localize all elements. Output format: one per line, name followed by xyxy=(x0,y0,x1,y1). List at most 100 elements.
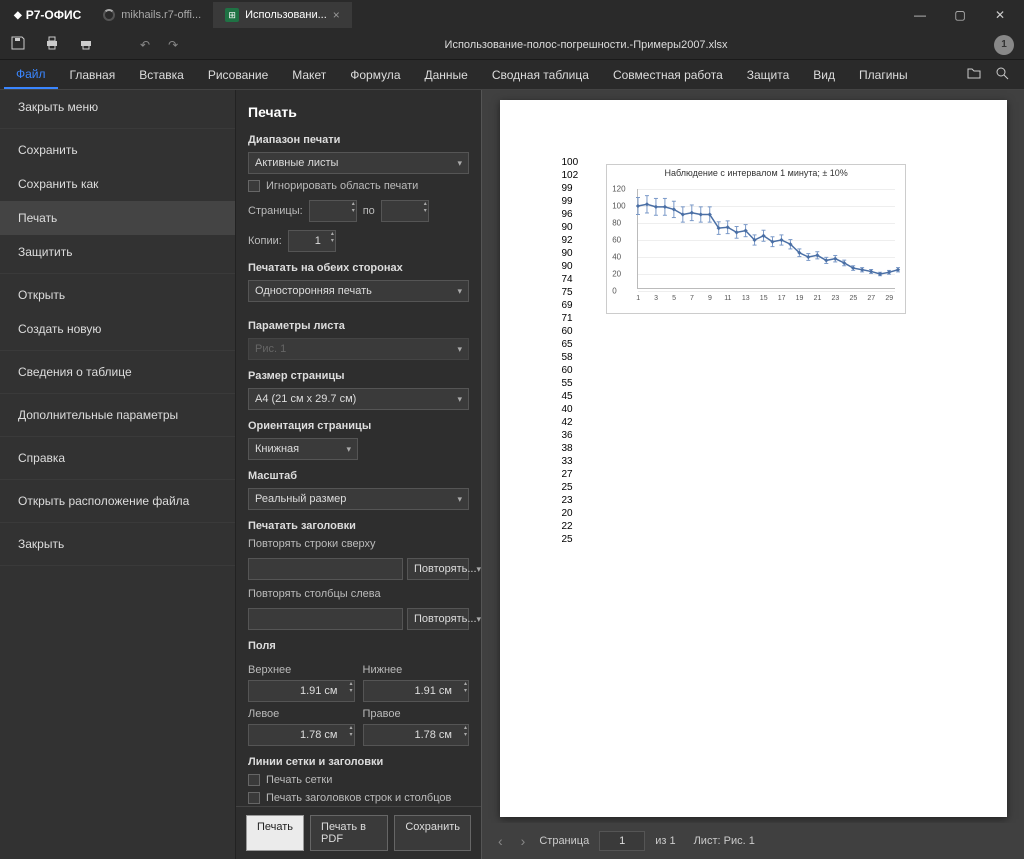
chart-plot-area: 0204060801001201357911131517192123252729 xyxy=(637,189,895,289)
print-settings-panel: Печать Диапазон печати Активные листы Иг… xyxy=(236,90,482,859)
page-size-label: Размер страницы xyxy=(248,370,469,382)
data-column: 1001029999969092909074756971606558605545… xyxy=(562,156,579,546)
sidebar-print[interactable]: Печать xyxy=(0,201,235,235)
duplex-select[interactable]: Односторонняя печать xyxy=(248,280,469,302)
sidebar-info[interactable]: Сведения о таблице xyxy=(0,355,235,389)
orientation-select[interactable]: Книжная xyxy=(248,438,358,460)
page-label: Страница xyxy=(539,835,589,847)
print-preview: 1001029999969092909074756971606558605545… xyxy=(482,90,1024,859)
repeat-rows-select[interactable]: Повторять... xyxy=(407,558,469,580)
open-folder-icon[interactable] xyxy=(966,65,982,84)
menu-home[interactable]: Главная xyxy=(58,62,128,88)
menu-view[interactable]: Вид xyxy=(801,62,847,88)
ignore-print-area-checkbox[interactable]: Игнорировать область печати xyxy=(248,180,469,192)
sidebar-open-location[interactable]: Открыть расположение файла xyxy=(0,484,235,518)
copies-label: Копии: xyxy=(248,235,282,247)
titlebar: Р7-ОФИС mikhails.r7-offi... ⊞ Использова… xyxy=(0,0,1024,30)
repeat-rows-input[interactable] xyxy=(248,558,403,580)
sidebar-open[interactable]: Открыть xyxy=(0,278,235,312)
quick-print-icon[interactable] xyxy=(78,35,94,54)
menu-plugins[interactable]: Плагины xyxy=(847,62,920,88)
close-icon[interactable]: × xyxy=(333,8,340,22)
tab-title: Использовани... xyxy=(245,9,327,21)
duplex-label: Печатать на обеих сторонах xyxy=(248,262,469,274)
menu-layout[interactable]: Макет xyxy=(280,62,338,88)
pages-to-input[interactable] xyxy=(381,200,429,222)
copies-input[interactable] xyxy=(288,230,336,252)
save-settings-button[interactable]: Сохранить xyxy=(394,815,471,851)
browser-tab-2[interactable]: ⊞ Использовани... × xyxy=(213,2,352,28)
margin-left-label: Левое xyxy=(248,708,355,720)
menu-insert[interactable]: Вставка xyxy=(127,62,196,88)
print-button[interactable]: Печать xyxy=(246,815,304,851)
menu-pivot[interactable]: Сводная таблица xyxy=(480,62,601,88)
print-icon[interactable] xyxy=(44,35,60,54)
checkbox-icon xyxy=(248,774,260,786)
menu-collab[interactable]: Совместная работа xyxy=(601,62,735,88)
grid-headings-label: Линии сетки и заголовки xyxy=(248,756,469,768)
quick-toolbar: ↶ ↷ Использование-полос-погрешности.-При… xyxy=(0,30,1024,60)
orientation-label: Ориентация страницы xyxy=(248,420,469,432)
menu-file[interactable]: Файл xyxy=(4,61,58,89)
range-label: Диапазон печати xyxy=(248,134,469,146)
sidebar-save[interactable]: Сохранить xyxy=(0,133,235,167)
page-size-select[interactable]: A4 (21 см x 29.7 см) xyxy=(248,388,469,410)
menu-draw[interactable]: Рисование xyxy=(196,62,280,88)
pages-label: Страницы: xyxy=(248,205,303,217)
document-title: Использование-полос-погрешности.-Примеры… xyxy=(196,39,976,51)
sidebar-save-as[interactable]: Сохранить как xyxy=(0,167,235,201)
sidebar-new[interactable]: Создать новую xyxy=(0,312,235,346)
minimize-button[interactable]: — xyxy=(900,0,940,30)
sidebar-help[interactable]: Справка xyxy=(0,441,235,475)
redo-icon[interactable]: ↷ xyxy=(168,38,178,52)
panel-title: Печать xyxy=(248,104,469,120)
page-of: из 1 xyxy=(655,835,675,847)
checkbox-icon xyxy=(248,792,260,804)
menu-protect[interactable]: Защита xyxy=(735,62,802,88)
print-headers-label: Печатать заголовки xyxy=(248,520,469,532)
scale-label: Масштаб xyxy=(248,470,469,482)
user-avatar[interactable]: 1 xyxy=(994,35,1014,55)
search-icon[interactable] xyxy=(994,65,1010,84)
preview-footer: ‹ › Страница из 1 Лист: Рис. 1 xyxy=(482,823,1024,859)
tab-title: mikhails.r7-offi... xyxy=(121,9,201,21)
print-headers-checkbox[interactable]: Печать заголовков строк и столбцов xyxy=(248,792,469,804)
margin-bottom-label: Нижнее xyxy=(363,664,470,676)
checkbox-icon xyxy=(248,180,260,192)
print-grid-checkbox[interactable]: Печать сетки xyxy=(248,774,469,786)
sidebar-protect[interactable]: Защитить xyxy=(0,235,235,269)
panel-buttons: Печать Печать в PDF Сохранить xyxy=(236,806,481,859)
browser-tab-1[interactable]: mikhails.r7-offi... xyxy=(91,3,213,27)
margin-bottom-input[interactable] xyxy=(363,680,470,702)
sheet-params-label: Параметры листа xyxy=(248,320,469,332)
repeat-cols-input[interactable] xyxy=(248,608,403,630)
sidebar-advanced[interactable]: Дополнительные параметры xyxy=(0,398,235,432)
margin-top-input[interactable] xyxy=(248,680,355,702)
margin-left-input[interactable] xyxy=(248,724,355,746)
print-pdf-button[interactable]: Печать в PDF xyxy=(310,815,388,851)
repeat-rows-label: Повторять строки сверху xyxy=(248,538,469,550)
next-page-button[interactable]: › xyxy=(517,829,530,853)
sheet-select[interactable]: Рис. 1 xyxy=(248,338,469,360)
window-controls: — ▢ ✕ xyxy=(900,0,1020,30)
undo-icon[interactable]: ↶ xyxy=(140,38,150,52)
menu-formula[interactable]: Формула xyxy=(338,62,412,88)
chart-title: Наблюдение с интервалом 1 минута; ± 10% xyxy=(607,165,905,181)
loading-icon xyxy=(103,9,115,21)
pages-from-input[interactable] xyxy=(309,200,357,222)
menu-data[interactable]: Данные xyxy=(413,62,480,88)
sidebar-close[interactable]: Закрыть xyxy=(0,527,235,561)
save-icon[interactable] xyxy=(10,35,26,54)
close-button[interactable]: ✕ xyxy=(980,0,1020,30)
margin-right-input[interactable] xyxy=(363,724,470,746)
repeat-cols-select[interactable]: Повторять... xyxy=(407,608,469,630)
pages-to-label: по xyxy=(363,205,375,217)
margin-right-label: Правое xyxy=(363,708,470,720)
main-area: Закрыть меню Сохранить Сохранить как Печ… xyxy=(0,90,1024,859)
page-number-input[interactable] xyxy=(599,831,645,851)
scale-select[interactable]: Реальный размер xyxy=(248,488,469,510)
prev-page-button[interactable]: ‹ xyxy=(494,829,507,853)
maximize-button[interactable]: ▢ xyxy=(940,0,980,30)
sidebar-close-menu[interactable]: Закрыть меню xyxy=(0,90,235,124)
print-range-select[interactable]: Активные листы xyxy=(248,152,469,174)
